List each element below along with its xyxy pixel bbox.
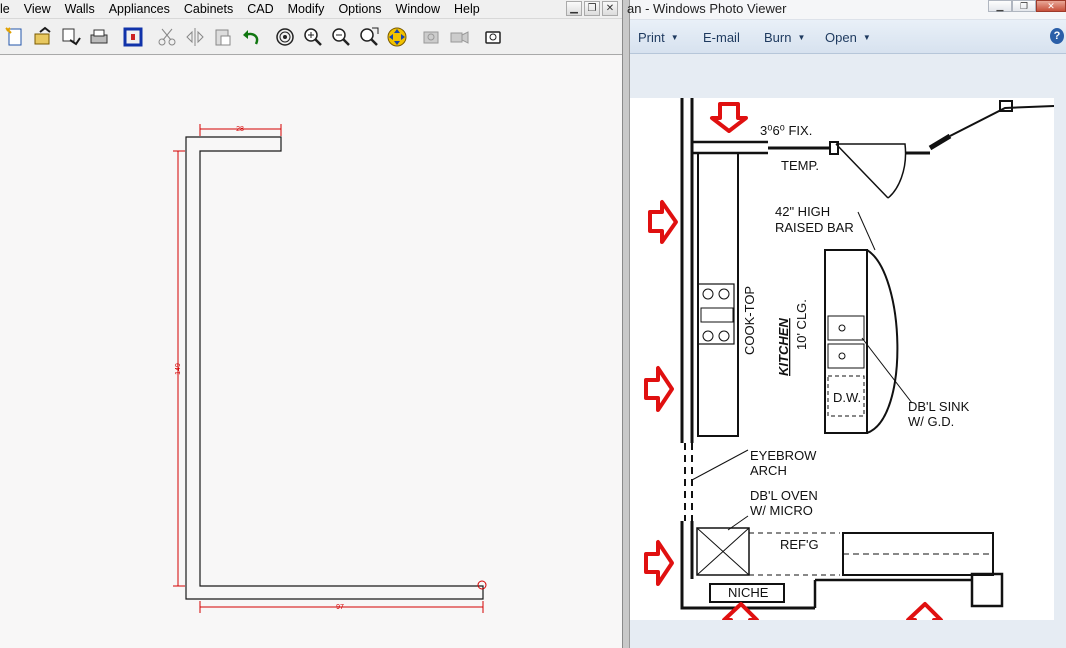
cut-icon[interactable] bbox=[156, 26, 178, 48]
label-bar-2: RAISED BAR bbox=[775, 220, 854, 235]
dimension-side-label: 149 bbox=[175, 363, 182, 375]
menu-window[interactable]: Window bbox=[389, 0, 447, 18]
chevron-down-icon: ▼ bbox=[862, 33, 871, 42]
burn-label: Burn bbox=[764, 30, 792, 45]
image-viewport: 3⁰6⁰ FIX. TEMP. 42" HIGH RAISED BAR COOK… bbox=[630, 54, 1066, 648]
arrow-up-icon bbox=[722, 602, 759, 620]
open-menu[interactable]: Open ▼ bbox=[825, 30, 871, 45]
zoom-in-icon[interactable] bbox=[302, 26, 324, 48]
email-button[interactable]: E-mail bbox=[703, 30, 740, 45]
label-eyebrow-2: ARCH bbox=[750, 463, 787, 478]
command-bar: Print ▼ E-mail Burn ▼ Open ▼ ? bbox=[630, 20, 1066, 54]
open-label: Open bbox=[825, 30, 857, 45]
zoom-out-icon[interactable] bbox=[330, 26, 352, 48]
label-dishwasher: D.W. bbox=[833, 390, 861, 405]
mirror-icon[interactable] bbox=[184, 26, 206, 48]
drawing-canvas[interactable]: 28 149 97 bbox=[0, 56, 622, 648]
arrow-right-icon bbox=[644, 540, 674, 586]
zoom-window-icon[interactable] bbox=[358, 26, 380, 48]
photo-viewer-titlebar: an - Windows Photo Viewer ▁ ❐ ✕ bbox=[627, 0, 1066, 20]
zoom-center-icon[interactable] bbox=[274, 26, 296, 48]
menu-options[interactable]: Options bbox=[331, 0, 388, 18]
menu-cad[interactable]: CAD bbox=[240, 0, 280, 18]
render-view-icon[interactable] bbox=[482, 26, 504, 48]
label-cooktop: COOK-TOP bbox=[742, 286, 757, 355]
chevron-down-icon: ▼ bbox=[670, 33, 679, 42]
label-oven-1: DB'L OVEN bbox=[750, 488, 818, 503]
print-menu[interactable]: Print ▼ bbox=[638, 30, 679, 45]
chevron-down-icon: ▼ bbox=[797, 33, 806, 42]
maximize-icon[interactable]: ❐ bbox=[1012, 0, 1036, 12]
menu-walls[interactable]: Walls bbox=[58, 0, 102, 18]
open-plan-icon[interactable] bbox=[32, 26, 54, 48]
restore-icon[interactable]: ❐ bbox=[584, 1, 600, 16]
label-sink-2: W/ G.D. bbox=[908, 414, 954, 429]
print-icon[interactable] bbox=[88, 26, 110, 48]
arrow-down-icon bbox=[710, 102, 748, 133]
menu-cabinets[interactable]: Cabinets bbox=[177, 0, 240, 18]
menu-view[interactable]: View bbox=[17, 0, 58, 18]
label-fixed-window: 3⁰6⁰ FIX. bbox=[760, 123, 812, 138]
dimension-top-label: 28 bbox=[236, 126, 244, 133]
print-label: Print bbox=[638, 30, 665, 45]
arrow-right-icon bbox=[648, 200, 678, 244]
close-icon[interactable]: ✕ bbox=[1036, 0, 1066, 12]
label-oven-2: W/ MICRO bbox=[750, 503, 813, 518]
wall-outline[interactable] bbox=[185, 136, 484, 600]
window-controls: ▁ ❐ ✕ bbox=[988, 0, 1066, 12]
camera-3d-icon[interactable] bbox=[448, 26, 470, 48]
pan-icon[interactable] bbox=[386, 26, 408, 48]
menu-appliances[interactable]: Appliances bbox=[102, 0, 177, 18]
window-divider[interactable] bbox=[622, 0, 630, 648]
toolbar bbox=[0, 19, 622, 55]
arrow-up-icon bbox=[906, 602, 943, 620]
save-plan-icon[interactable] bbox=[60, 26, 82, 48]
close-icon[interactable]: ✕ bbox=[602, 1, 618, 16]
wall-plan-drawing: 28 149 97 bbox=[173, 124, 487, 613]
new-plan-icon[interactable] bbox=[4, 26, 26, 48]
label-refrigerator: REF'G bbox=[780, 537, 819, 552]
menu-file[interactable]: le bbox=[0, 0, 17, 18]
kitchen-design-app: le View Walls Appliances Cabinets CAD Mo… bbox=[0, 0, 622, 648]
label-ceiling: 10' CLG. bbox=[794, 299, 809, 350]
label-bar-1: 42" HIGH bbox=[775, 204, 830, 219]
wall-end-handle[interactable] bbox=[477, 580, 487, 590]
burn-menu[interactable]: Burn ▼ bbox=[764, 30, 805, 45]
label-kitchen: KITCHEN bbox=[776, 318, 791, 376]
minimize-icon[interactable]: ▁ bbox=[988, 0, 1012, 12]
paste-icon[interactable] bbox=[212, 26, 234, 48]
label-niche: NICHE bbox=[728, 585, 769, 600]
photo-viewer-app: an - Windows Photo Viewer ▁ ❐ ✕ Print ▼ E… bbox=[627, 0, 1066, 648]
camera-elevation-icon[interactable] bbox=[420, 26, 442, 48]
menu-modify[interactable]: Modify bbox=[281, 0, 332, 18]
window-title: an - Windows Photo Viewer bbox=[627, 1, 787, 16]
kitchen-floor-plan: 3⁰6⁰ FIX. TEMP. 42" HIGH RAISED BAR COOK… bbox=[644, 98, 1054, 620]
label-temp: TEMP. bbox=[781, 158, 819, 173]
arrow-right-icon bbox=[644, 366, 674, 412]
minimize-icon[interactable]: ▁ bbox=[566, 1, 582, 16]
document-window-controls: ▁ ❐ ✕ bbox=[566, 1, 618, 16]
floor-plan-image: 3⁰6⁰ FIX. TEMP. 42" HIGH RAISED BAR COOK… bbox=[630, 98, 1054, 620]
menu-help[interactable]: Help bbox=[447, 0, 487, 18]
menu-bar: le View Walls Appliances Cabinets CAD Mo… bbox=[0, 0, 622, 19]
dimension-bottom-label: 97 bbox=[336, 604, 344, 611]
label-eyebrow-1: EYEBROW bbox=[750, 448, 817, 463]
email-label: E-mail bbox=[703, 30, 740, 45]
wall-select-icon[interactable] bbox=[122, 26, 144, 48]
undo-icon[interactable] bbox=[240, 26, 262, 48]
help-icon[interactable]: ? bbox=[1050, 28, 1064, 44]
label-sink-1: DB'L SINK bbox=[908, 399, 970, 414]
